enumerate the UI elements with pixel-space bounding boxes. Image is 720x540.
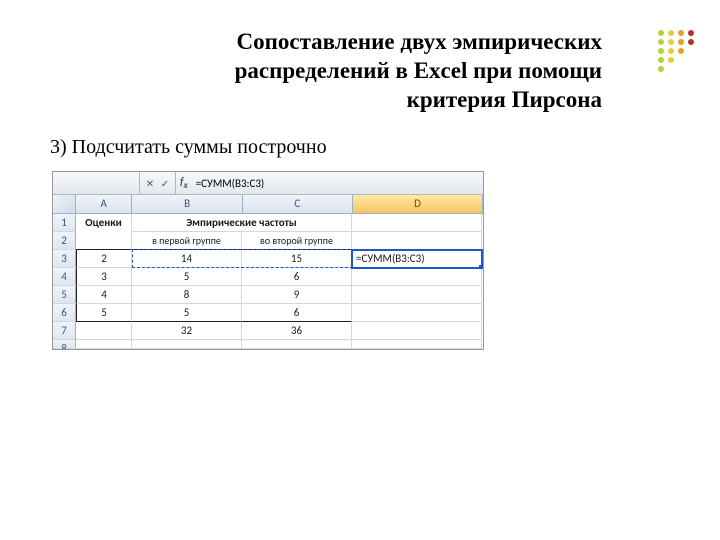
enter-icon[interactable]: ✓ xyxy=(159,177,171,190)
row-header[interactable]: 5 xyxy=(53,286,76,304)
col-header-b[interactable]: B xyxy=(132,195,242,213)
row-2: 2 в первой группе во второй группе xyxy=(53,232,483,250)
excel-screenshot: ✕ ✓ fx =СУММ(B3:C3) A B C D 1 Оценки Эмп… xyxy=(52,171,484,350)
row-header[interactable]: 3 xyxy=(53,250,76,268)
cell[interactable] xyxy=(352,304,482,322)
decoration-dot xyxy=(678,30,684,36)
cell[interactable]: 8 xyxy=(132,286,242,304)
decoration-dot xyxy=(668,57,674,63)
row-header[interactable]: 7 xyxy=(53,322,76,340)
fx-icon[interactable]: fx xyxy=(176,175,192,191)
cell[interactable]: 9 xyxy=(242,286,352,304)
cell[interactable] xyxy=(242,340,352,349)
cell[interactable]: 2 xyxy=(76,250,132,268)
row-header[interactable]: 2 xyxy=(53,232,76,250)
decoration-dot xyxy=(658,39,664,45)
cell[interactable] xyxy=(352,214,482,232)
select-all-corner[interactable] xyxy=(53,195,76,213)
col-header-d[interactable]: D xyxy=(353,195,483,213)
row-3: 3 2 14 15 =СУММ(B3:C3) xyxy=(53,250,483,268)
row-6: 6 5 5 6 xyxy=(53,304,483,322)
cell[interactable] xyxy=(352,340,482,349)
cell[interactable]: 4 xyxy=(76,286,132,304)
cell[interactable] xyxy=(352,268,482,286)
cell[interactable]: 6 xyxy=(242,304,352,322)
cell[interactable]: 6 xyxy=(242,268,352,286)
cell[interactable] xyxy=(352,322,482,340)
col-header-a[interactable]: A xyxy=(76,195,133,213)
cell[interactable]: 5 xyxy=(132,268,242,286)
cell[interactable]: 3 xyxy=(76,268,132,286)
formula-bar: ✕ ✓ fx =СУММ(B3:C3) xyxy=(53,172,483,195)
row-header[interactable]: 1 xyxy=(53,214,76,232)
cell[interactable]: 15 xyxy=(242,250,352,268)
decoration-dot xyxy=(668,48,674,54)
name-box[interactable] xyxy=(53,172,140,194)
cancel-icon[interactable]: ✕ xyxy=(144,177,156,190)
cell[interactable]: в первой группе xyxy=(132,232,242,250)
decoration-dot xyxy=(688,30,694,36)
cell[interactable]: Оценки xyxy=(76,214,132,232)
cell[interactable] xyxy=(76,322,132,340)
cell[interactable] xyxy=(352,286,482,304)
cell[interactable]: 32 xyxy=(132,322,242,340)
cell[interactable] xyxy=(132,340,242,349)
decoration-dot xyxy=(668,30,674,36)
row-8: 8 xyxy=(53,340,483,349)
decoration-dot xyxy=(678,48,684,54)
decoration-dot xyxy=(668,39,674,45)
slide-title: Сопоставление двух эмпирических распреде… xyxy=(210,28,602,114)
row-1: 1 Оценки Эмпирические частоты xyxy=(53,214,483,232)
row-4: 4 3 5 6 xyxy=(53,268,483,286)
row-5: 5 4 8 9 xyxy=(53,286,483,304)
row-header[interactable]: 8 xyxy=(53,340,76,349)
formula-buttons: ✕ ✓ xyxy=(140,172,176,194)
cell[interactable]: во второй группе xyxy=(242,232,352,250)
cell[interactable]: 36 xyxy=(242,322,352,340)
row-header[interactable]: 6 xyxy=(53,304,76,322)
formula-input[interactable]: =СУММ(B3:C3) xyxy=(192,177,269,190)
decoration-dot xyxy=(658,48,664,54)
step-line: 3) Подсчитать суммы построчно xyxy=(50,136,680,159)
row-7: 7 32 36 xyxy=(53,322,483,340)
cell[interactable]: 5 xyxy=(76,304,132,322)
active-cell[interactable]: =СУММ(B3:C3) xyxy=(352,250,482,268)
cell[interactable]: 14 xyxy=(132,250,242,268)
row-header[interactable]: 4 xyxy=(53,268,76,286)
cell[interactable]: 5 xyxy=(132,304,242,322)
cell[interactable] xyxy=(76,340,132,349)
decoration-dot xyxy=(658,30,664,36)
column-headers: A B C D xyxy=(53,195,483,214)
col-header-c[interactable]: C xyxy=(243,195,353,213)
decoration-dot xyxy=(658,66,664,72)
cell[interactable] xyxy=(352,232,482,250)
corner-decoration xyxy=(658,30,694,72)
decoration-dot xyxy=(678,39,684,45)
decoration-dot xyxy=(658,57,664,63)
cell[interactable]: Эмпирические частоты xyxy=(132,214,352,232)
decoration-dot xyxy=(688,39,694,45)
cell[interactable] xyxy=(76,232,132,250)
